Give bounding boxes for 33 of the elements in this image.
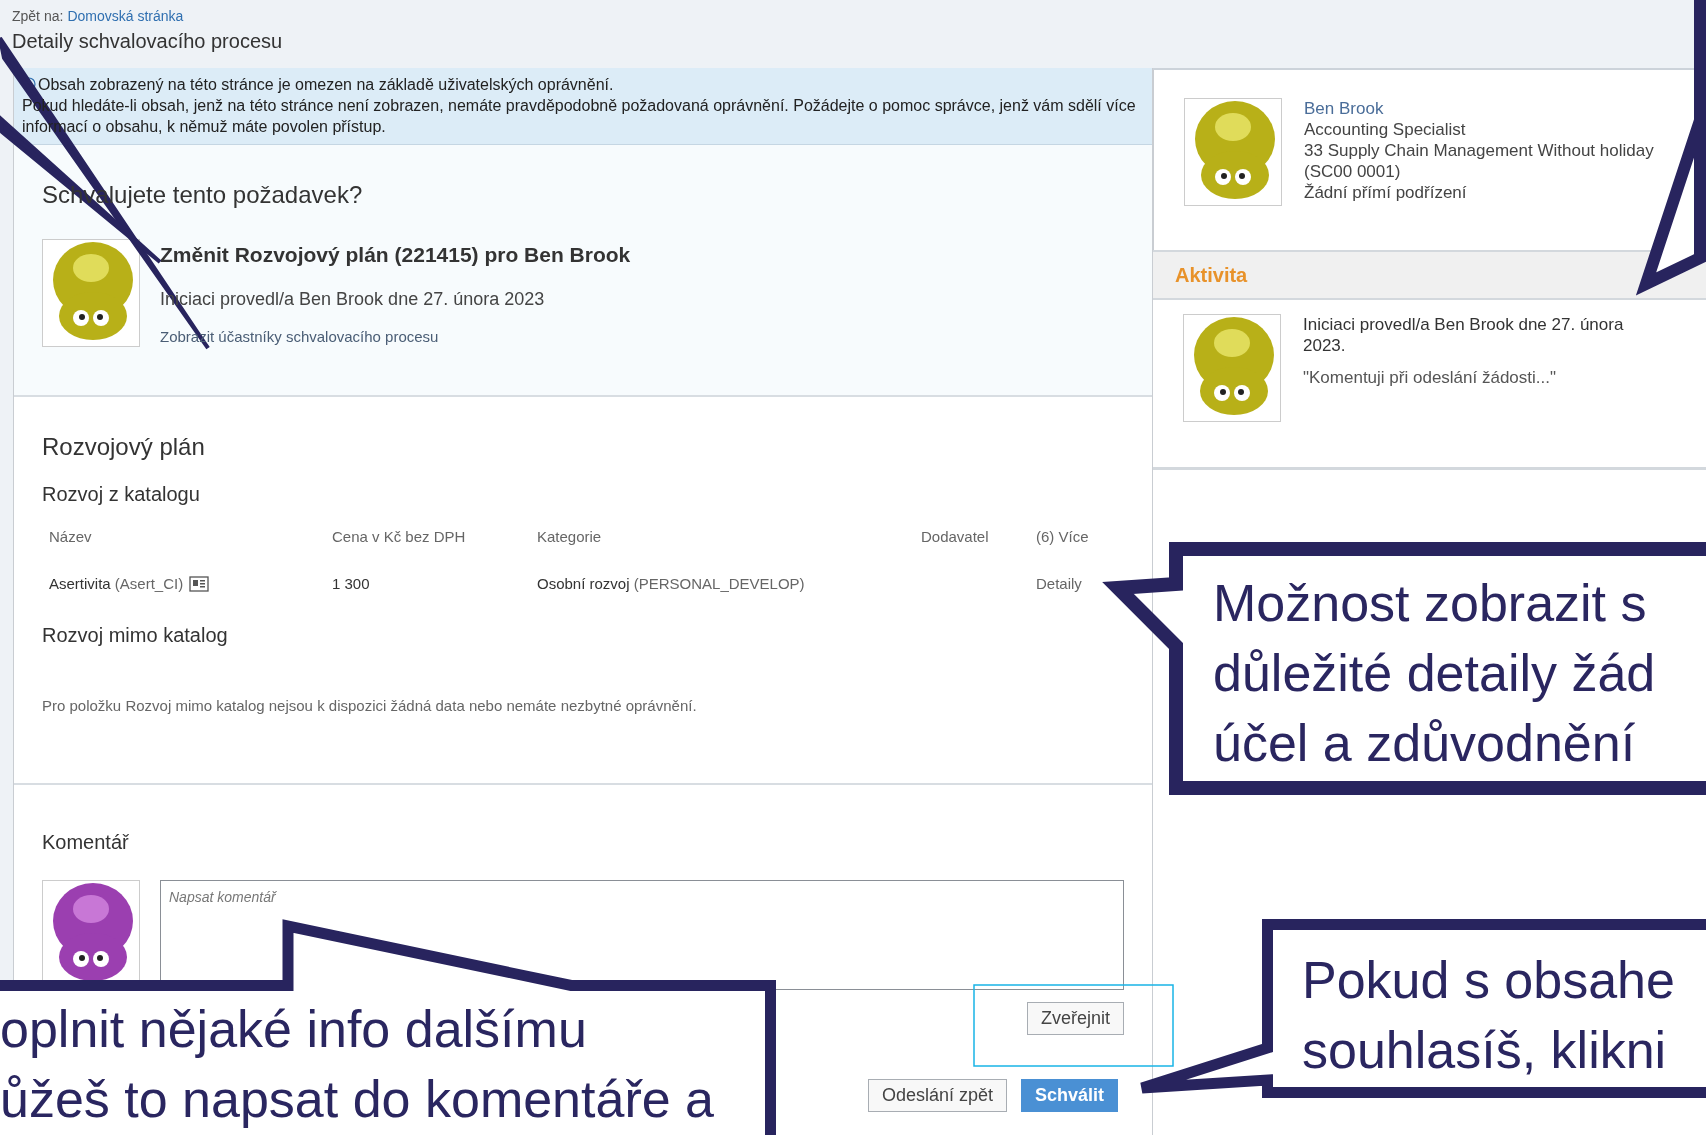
- comment-field[interactable]: Napsat komentář: [160, 880, 1124, 990]
- back-label: Zpět na:: [12, 8, 64, 24]
- table-cell-text: 1 300: [332, 574, 371, 594]
- page-title: Detaily schvalovacího procesu: [12, 30, 284, 53]
- subsection-heading: Rozvoj mimo katalog: [42, 624, 229, 647]
- empty-data-note: Pro položku Rozvoj mimo katalog nejsou k dispozici žádná data nebo nemáte nezbytné oprávnění.: [42, 697, 698, 714]
- profile-detail: (SC00 0001): [1304, 161, 1402, 182]
- activity-text: Iniciaci provedl/a Ben Brook dne 27. února 2023.: [1303, 314, 1625, 356]
- column-header: Dodavatel: [921, 527, 990, 547]
- profile-name: Ben Brook: [1304, 98, 1385, 119]
- callout-text: Pokud s obsahe souhlasíš, klikni: [1302, 950, 1675, 1081]
- profile-detail: Accounting Specialist: [1304, 119, 1467, 140]
- profile-detail: Žádní přímí podřízení: [1304, 182, 1468, 203]
- notice-text: Obsah zobrazený na této stránce je omezen na základě uživatelských oprávnění.: [38, 75, 614, 95]
- column-header: Kategorie: [537, 527, 603, 547]
- request-title: Změnit Rozvojový plán (221415) pro Ben Brook: [160, 243, 631, 267]
- section-heading: Komentář: [42, 831, 130, 854]
- callout-text: Možnost zobrazit s důležité detaily žád účel a zdůvodnění: [1213, 573, 1656, 774]
- column-header: Název: [49, 527, 93, 547]
- id-card-icon[interactable]: [189, 576, 210, 592]
- column-header: (6) Více: [1036, 527, 1090, 547]
- column-header: Cena v Kč bez DPH: [332, 527, 467, 547]
- table-cell: Asertivita (Asert_CI): [49, 575, 184, 592]
- back-link[interactable]: Domovská stránka: [67, 8, 184, 24]
- profile-detail: 33 Supply Chain Management Without holiday: [1304, 140, 1654, 161]
- table-cell-text: Osobní rozvoj (PERSONAL_DEVELOP): [537, 574, 806, 594]
- details-link[interactable]: Detaily: [1036, 575, 1082, 592]
- send-back-button[interactable]: Odeslání zpět: [867, 1079, 1007, 1112]
- section-heading: Rozvojový plán: [42, 433, 206, 461]
- callout-text: oplnit nějaké info dalšímu ůžeš to napsat do komentáře a: [0, 999, 714, 1130]
- post-button[interactable]: Zveřejnit: [1026, 1002, 1124, 1035]
- activity-comment: "Komentuji při odeslání žádosti...": [1303, 368, 1558, 388]
- subsection-heading: Rozvoj z katalogu: [42, 483, 201, 506]
